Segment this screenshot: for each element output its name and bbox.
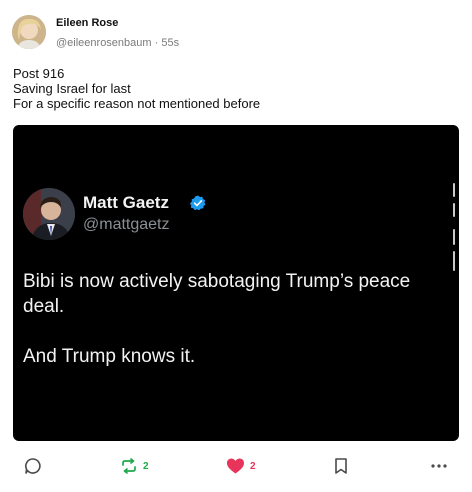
- post-body: Post 916 Saving Israel for last For a sp…: [13, 66, 260, 111]
- embed-name: Matt Gaetz: [83, 193, 169, 212]
- more-icon: [430, 457, 448, 475]
- author-avatar[interactable]: [12, 15, 46, 49]
- author-meta: @eileenrosenbaum · 55s: [56, 37, 179, 49]
- like-count: 2: [250, 460, 256, 472]
- post: Eileen Rose @eileenrosenbaum · 55s Post …: [0, 0, 472, 492]
- reply-icon: [24, 457, 42, 475]
- scroll-indicator: [453, 183, 456, 277]
- embedded-image[interactable]: Matt Gaetz @mattgaetz Bibi is now active…: [13, 125, 459, 441]
- post-line: Saving Israel for last: [13, 81, 131, 96]
- verified-icon: [190, 195, 206, 211]
- author-handle[interactable]: @eileenrosenbaum: [56, 37, 152, 49]
- post-line: Post 916: [13, 66, 65, 81]
- author-name[interactable]: Eileen Rose: [56, 17, 118, 29]
- embed-avatar: [23, 188, 75, 240]
- repost-count: 2: [143, 460, 149, 472]
- bookmark-icon: [333, 457, 349, 475]
- more-button[interactable]: [430, 454, 448, 478]
- repost-icon: [120, 457, 138, 475]
- post-line: For a specific reason not mentioned befo…: [13, 96, 261, 111]
- heart-icon: [226, 457, 245, 475]
- repost-button[interactable]: 2: [120, 454, 149, 478]
- embed-paragraph: And Trump knows it.: [23, 346, 196, 367]
- reply-button[interactable]: [24, 454, 42, 478]
- post-time[interactable]: 55s: [161, 37, 179, 49]
- embed-text: Bibi is now actively sabotaging Trump’s …: [23, 269, 443, 394]
- embed-handle: @mattgaetz: [83, 216, 170, 233]
- bookmark-button[interactable]: [333, 454, 349, 478]
- meta-separator: ·: [151, 37, 162, 49]
- action-bar: 2 2: [0, 454, 472, 478]
- embed-paragraph: Bibi is now actively sabotaging Trump’s …: [23, 271, 411, 317]
- like-button[interactable]: 2: [226, 454, 256, 478]
